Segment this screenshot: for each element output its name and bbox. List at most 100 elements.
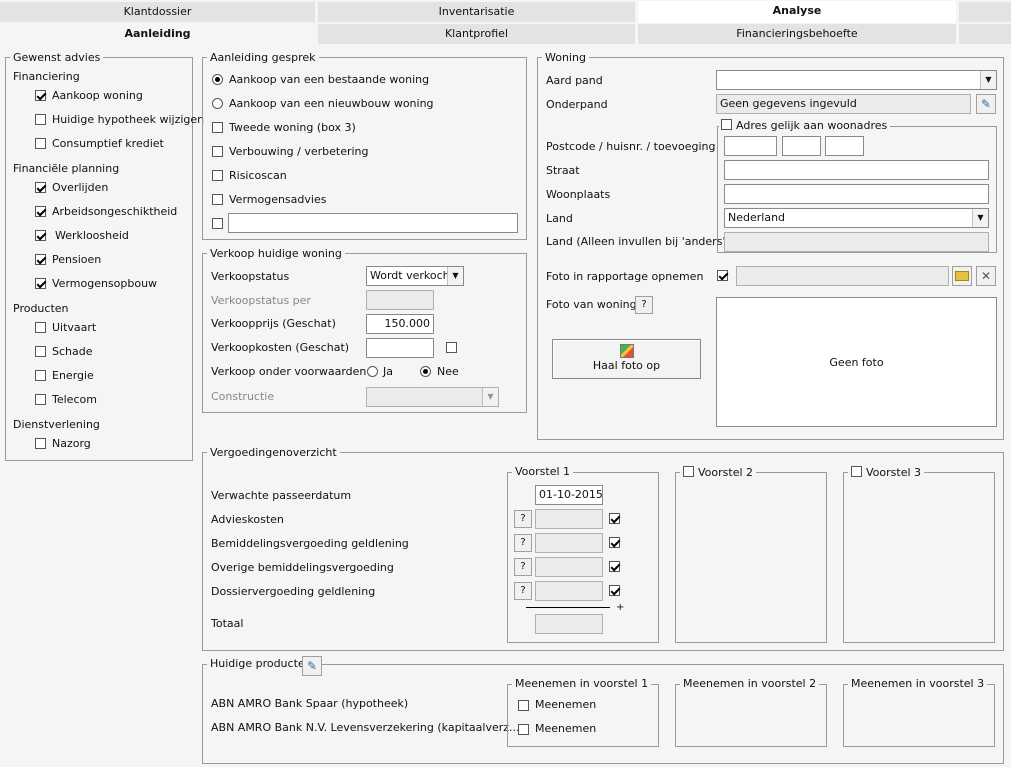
totaal-input (535, 614, 603, 634)
tab-inventarisatie[interactable]: Inventarisatie (318, 2, 635, 22)
label-consumptief-krediet: Consumptief krediet (52, 137, 164, 150)
checkbox-voorstel-2[interactable] (683, 466, 694, 477)
woonplaats-input[interactable] (724, 184, 989, 204)
help-advieskosten-button[interactable]: ? (514, 510, 532, 528)
anders-input[interactable] (228, 213, 518, 233)
edit-onderpand-button[interactable]: ✎ (976, 94, 996, 114)
aard-pand-select[interactable]: ▼ (716, 70, 997, 90)
advieskosten-input (535, 509, 603, 529)
label-vermogensopbouw: Vermogensopbouw (52, 277, 158, 290)
voorstel-2-legend: Voorstel 2 (680, 466, 757, 479)
checkbox-verkoopkosten[interactable] (446, 342, 457, 353)
tab-aanleiding[interactable]: Aanleiding (0, 24, 315, 44)
tab-klantprofiel[interactable]: Klantprofiel (318, 24, 635, 44)
checkbox-advieskosten[interactable] (609, 513, 620, 524)
checkbox-vermogensadvies[interactable] (212, 194, 223, 205)
checkbox-overige-bemiddeling[interactable] (609, 561, 620, 572)
straat-input[interactable] (724, 160, 989, 180)
constructie-select: ▼ (366, 387, 499, 407)
land-value: Nederland (728, 211, 786, 224)
label-totaal: Totaal (211, 617, 244, 630)
tab-empty (959, 2, 1011, 22)
label-werkloosheid: Werkloosheid (55, 229, 129, 242)
checkbox-verbouwing[interactable] (212, 146, 223, 157)
land-select[interactable]: Nederland ▼ (724, 208, 989, 228)
checkbox-arbeidsongeschiktheid[interactable] (35, 206, 46, 217)
tab-analyse[interactable]: Analyse (638, 1, 956, 23)
huisnummer-input[interactable] (782, 136, 821, 156)
checkbox-adres-gelijk[interactable] (721, 119, 732, 130)
dossiervergoeding-input (535, 581, 603, 601)
checkbox-telecom[interactable] (35, 394, 46, 405)
radio-ja[interactable] (367, 366, 378, 377)
checkbox-nazorg[interactable] (35, 438, 46, 449)
label-telecom: Telecom (52, 393, 97, 406)
checkbox-energie[interactable] (35, 370, 46, 381)
toevoeging-input[interactable] (825, 136, 864, 156)
group-producten: Producten (13, 302, 69, 315)
label-verkoopkosten: Verkoopkosten (Geschat) (211, 341, 350, 354)
close-icon: ✕ (980, 269, 992, 283)
product-2-label: ABN AMRO Bank N.V. Levensverzekering (ka… (211, 721, 520, 734)
checkbox-overlijden[interactable] (35, 182, 46, 193)
verkoopstatus-value: Wordt verkocht (370, 269, 454, 282)
product-1-label: ABN AMRO Bank Spaar (hypotheek) (211, 697, 409, 710)
checkbox-voorstel-3[interactable] (851, 466, 862, 477)
group-financiering: Financiering (13, 70, 80, 83)
checkbox-dossiervergoeding[interactable] (609, 585, 620, 596)
tab-klantdossier[interactable]: Klantdossier (0, 2, 315, 22)
label-postcode: Postcode / huisnr. / toevoeging (546, 140, 716, 153)
label-bemiddeling-geldlening: Bemiddelingsvergoeding geldlening (211, 537, 409, 550)
tab-financieringsbehoefte[interactable]: Financieringsbehoefte (638, 24, 956, 44)
checkbox-bemiddeling-geldlening[interactable] (609, 537, 620, 548)
label-woonplaats: Woonplaats (546, 188, 611, 201)
verkoopprijs-input[interactable]: 150.000 (366, 314, 434, 334)
open-folder-button[interactable] (952, 266, 972, 286)
checkbox-meenemen-1[interactable] (518, 700, 529, 711)
chevron-down-icon: ▼ (972, 209, 988, 227)
folder-icon (955, 271, 969, 281)
checkbox-pensioen[interactable] (35, 254, 46, 265)
tab-empty-2 (959, 24, 1011, 44)
checkbox-anders[interactable] (212, 218, 223, 229)
label-onderpand: Onderpand (546, 98, 608, 111)
radio-bestaande-woning[interactable] (212, 74, 223, 85)
checkbox-foto-rapportage[interactable] (717, 270, 728, 281)
meenemen-3-title: Meenemen in voorstel 3 (848, 678, 988, 690)
radio-nieuwbouw-woning[interactable] (212, 98, 223, 109)
checkbox-werkloosheid[interactable] (35, 230, 46, 241)
label-nazorg: Nazorg (52, 437, 91, 450)
edit-producten-button[interactable]: ✎ (302, 656, 322, 676)
help-dossier-button[interactable]: ? (514, 582, 532, 600)
chevron-down-icon: ▼ (447, 267, 463, 285)
meenemen-3-panel (843, 684, 995, 747)
aanleiding-title: Aanleiding gesprek (207, 52, 319, 64)
help-foto-button[interactable]: ? (635, 296, 653, 314)
delete-foto-button[interactable]: ✕ (976, 266, 996, 286)
help-overige-button[interactable]: ? (514, 558, 532, 576)
checkbox-vermogensopbouw[interactable] (35, 278, 46, 289)
checkbox-consumptief-krediet[interactable] (35, 138, 46, 149)
checkbox-uitvaart[interactable] (35, 322, 46, 333)
postcode-input[interactable] (724, 136, 777, 156)
help-bemiddeling-button[interactable]: ? (514, 534, 532, 552)
voorstel-3-title: Voorstel 3 (866, 466, 922, 479)
verkoopkosten-input[interactable] (366, 338, 434, 358)
adres-legend: Adres gelijk aan woonadres (719, 119, 891, 132)
checkbox-tweede-woning[interactable] (212, 122, 223, 133)
label-aard-pand: Aard pand (546, 74, 603, 87)
verkoopstatus-select[interactable]: Wordt verkocht ▼ (366, 266, 464, 286)
haal-foto-op-button[interactable]: Haal foto op (552, 339, 701, 379)
chevron-down-icon: ▼ (482, 388, 498, 406)
label-adres-gelijk: Adres gelijk aan woonadres (736, 119, 888, 132)
checkbox-aankoop-woning[interactable] (35, 90, 46, 101)
checkbox-meenemen-2[interactable] (518, 724, 529, 735)
checkbox-huidige-hypotheek[interactable] (35, 114, 46, 125)
checkbox-risicoscan[interactable] (212, 170, 223, 181)
voorstel-3-panel (843, 472, 995, 643)
edit-icon: ✎ (306, 659, 318, 673)
checkbox-schade[interactable] (35, 346, 46, 357)
passeerdatum-input[interactable]: 01-10-2015 (535, 485, 603, 505)
radio-nee[interactable] (420, 366, 431, 377)
meenemen-2-panel (675, 684, 827, 747)
